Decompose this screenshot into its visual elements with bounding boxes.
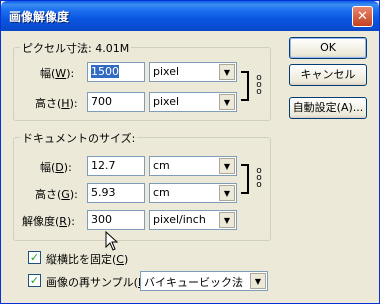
- title-bar: 画像解像度 ✕: [1, 1, 379, 31]
- resample-image-label: 画像の再サンプル(I):: [46, 276, 149, 289]
- chevron-down-icon[interactable]: ▼: [219, 185, 235, 201]
- close-icon[interactable]: ✕: [352, 6, 373, 27]
- window-title: 画像解像度: [9, 10, 70, 24]
- resample-image-checkbox[interactable]: ✓: [28, 274, 41, 287]
- chain-link-icon: ooo: [256, 166, 262, 190]
- resolution-unit-select[interactable]: pixel/inch ▼: [149, 210, 237, 230]
- doc-width-field[interactable]: 12.7: [87, 156, 145, 176]
- chevron-down-icon[interactable]: ▼: [219, 64, 235, 80]
- pixel-width-label: 幅(W):: [40, 67, 75, 80]
- auto-settings-button[interactable]: 自動設定(A)...: [289, 97, 367, 119]
- doc-height-unit-select[interactable]: cm ▼: [149, 183, 237, 203]
- constrain-proportions-checkbox[interactable]: ✓: [28, 251, 41, 264]
- constrain-proportions-label: 縦横比を固定(C): [46, 253, 129, 266]
- ok-button[interactable]: OK: [289, 37, 367, 59]
- pixel-dimensions-title: ピクセル寸法: 4.01M: [20, 40, 132, 56]
- doc-width-label: 幅(D):: [40, 161, 72, 174]
- chevron-down-icon[interactable]: ▼: [250, 273, 266, 289]
- resolution-label: 解像度(R):: [22, 215, 75, 228]
- mouse-cursor-icon: [105, 231, 119, 251]
- document-size-title: ドキュメントのサイズ:: [20, 130, 138, 146]
- chevron-down-icon[interactable]: ▼: [219, 94, 235, 110]
- doc-link-bracket: [241, 164, 249, 194]
- pixel-height-unit-select[interactable]: pixel ▼: [149, 92, 237, 112]
- pixel-width-unit-select[interactable]: pixel ▼: [149, 62, 237, 82]
- resample-method-select[interactable]: バイキュービック法 ▼: [140, 271, 268, 291]
- pixel-width-field[interactable]: 1500: [87, 62, 145, 82]
- doc-height-label: 高さ(G):: [35, 188, 78, 201]
- chevron-down-icon[interactable]: ▼: [219, 212, 235, 228]
- resolution-field[interactable]: 300: [87, 210, 145, 230]
- doc-height-field[interactable]: 5.93: [87, 183, 145, 203]
- doc-width-unit-select[interactable]: cm ▼: [149, 156, 237, 176]
- image-size-dialog: 画像解像度 ✕ ピクセル寸法: 4.01M 幅(W): 1500 pixel ▼…: [0, 0, 380, 304]
- chain-link-icon: ooo: [256, 73, 262, 97]
- pixel-link-bracket: [241, 71, 249, 101]
- chevron-down-icon[interactable]: ▼: [219, 158, 235, 174]
- pixel-height-label: 高さ(H):: [35, 97, 78, 110]
- cancel-button[interactable]: キャンセル: [289, 64, 367, 86]
- pixel-height-field[interactable]: 700: [87, 92, 145, 112]
